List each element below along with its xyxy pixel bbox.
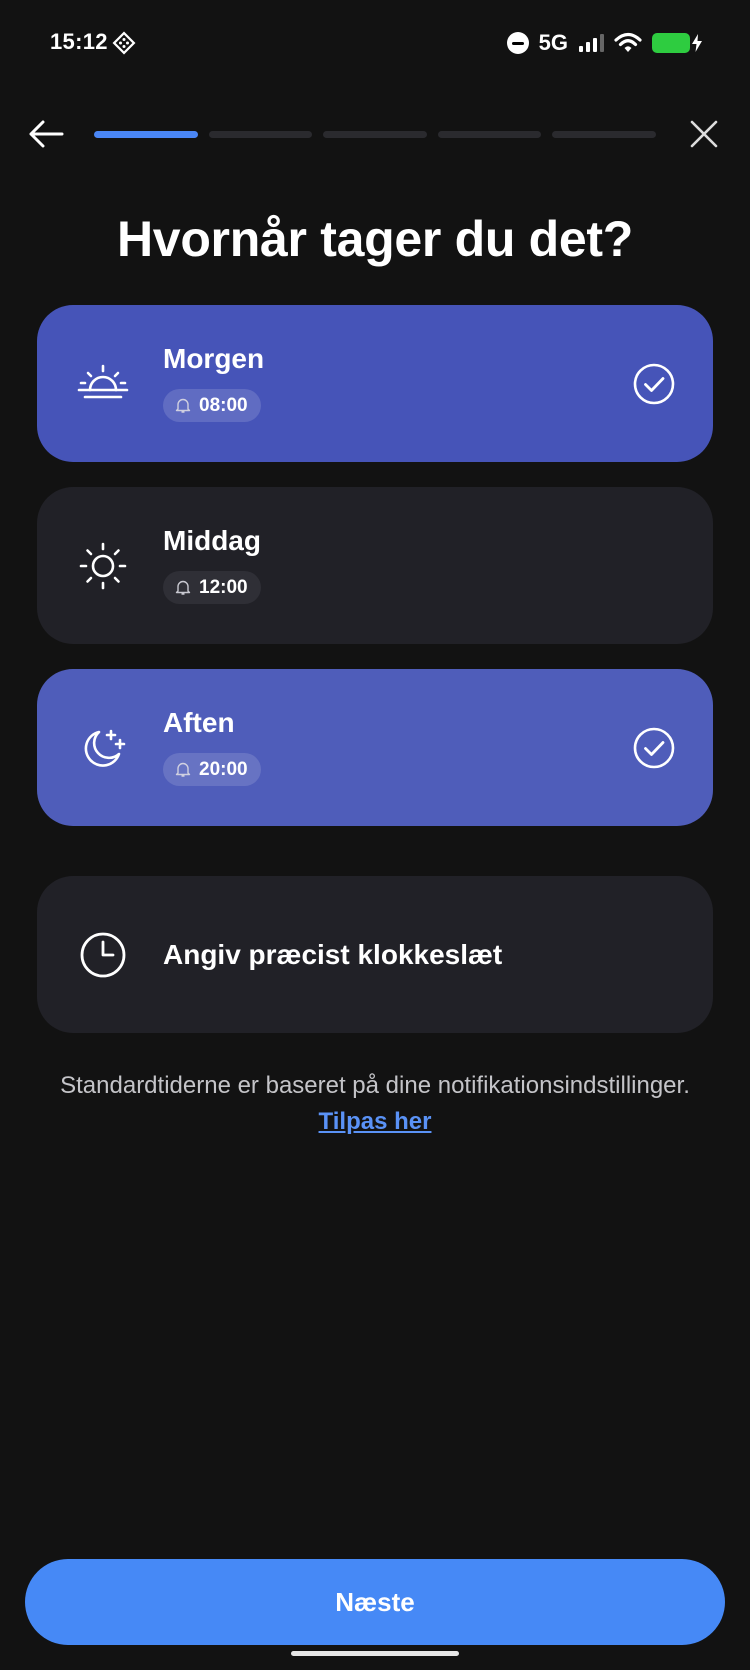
sun-icon xyxy=(75,538,131,594)
network-label: 5G xyxy=(538,30,568,55)
status-time: 15:12 xyxy=(50,29,108,54)
next-button[interactable]: Næste xyxy=(25,1559,725,1645)
progress-step-2 xyxy=(208,131,313,138)
time-chip: 08:00 xyxy=(163,389,261,422)
top-navigation xyxy=(0,100,750,170)
do-not-disturb-icon xyxy=(506,32,529,54)
progress-step-4 xyxy=(437,131,542,138)
option-midday[interactable]: Middag 12:00 xyxy=(37,487,713,644)
app-diamond-icon xyxy=(112,31,136,55)
charging-bolt-icon xyxy=(692,34,702,52)
option-label: Aften xyxy=(163,707,235,738)
battery-body xyxy=(652,33,690,53)
time-chip: 20:00 xyxy=(163,753,261,786)
bell-icon xyxy=(175,398,191,413)
close-button[interactable] xyxy=(682,112,726,156)
time-value: 08:00 xyxy=(199,394,248,416)
sunrise-icon xyxy=(75,356,131,412)
info-description: Standardtiderne er baseret på dine notif… xyxy=(60,1072,690,1099)
customize-link[interactable]: Tilpas her xyxy=(319,1108,432,1135)
progress-step-1 xyxy=(94,131,198,138)
check-circle-icon xyxy=(633,363,675,404)
wifi-icon xyxy=(614,32,642,52)
bell-icon xyxy=(175,762,191,777)
clock-icon xyxy=(75,927,131,983)
arrow-left-icon xyxy=(29,120,64,148)
page-title: Hvornår tager du det? xyxy=(117,211,633,267)
check-circle-icon xyxy=(633,727,675,768)
step-progress xyxy=(94,131,656,138)
back-button[interactable] xyxy=(24,112,68,156)
option-evening[interactable]: Aften 20:00 xyxy=(37,669,713,826)
bell-icon xyxy=(175,580,191,595)
signal-icon xyxy=(579,34,604,52)
progress-step-3 xyxy=(323,131,427,138)
option-morning[interactable]: Morgen 08:00 xyxy=(37,305,713,462)
time-value: 20:00 xyxy=(199,758,248,780)
close-icon xyxy=(690,120,718,148)
option-label: Middag xyxy=(163,525,261,556)
battery-charging-icon xyxy=(652,33,702,53)
home-indicator[interactable] xyxy=(291,1651,459,1656)
option-label: Angiv præcist klokkeslæt xyxy=(163,938,503,970)
time-chip: 12:00 xyxy=(163,571,261,604)
moon-icon xyxy=(75,720,131,776)
progress-step-5 xyxy=(552,131,656,138)
status-bar: 15:12 5G xyxy=(0,0,750,86)
status-icons: 5G xyxy=(506,28,702,58)
info-text: Standardtiderne er baseret på dine notif… xyxy=(60,1068,690,1140)
option-custom-time[interactable]: Angiv præcist klokkeslæt xyxy=(37,876,713,1033)
time-value: 12:00 xyxy=(199,576,248,598)
option-label: Morgen xyxy=(163,343,265,374)
